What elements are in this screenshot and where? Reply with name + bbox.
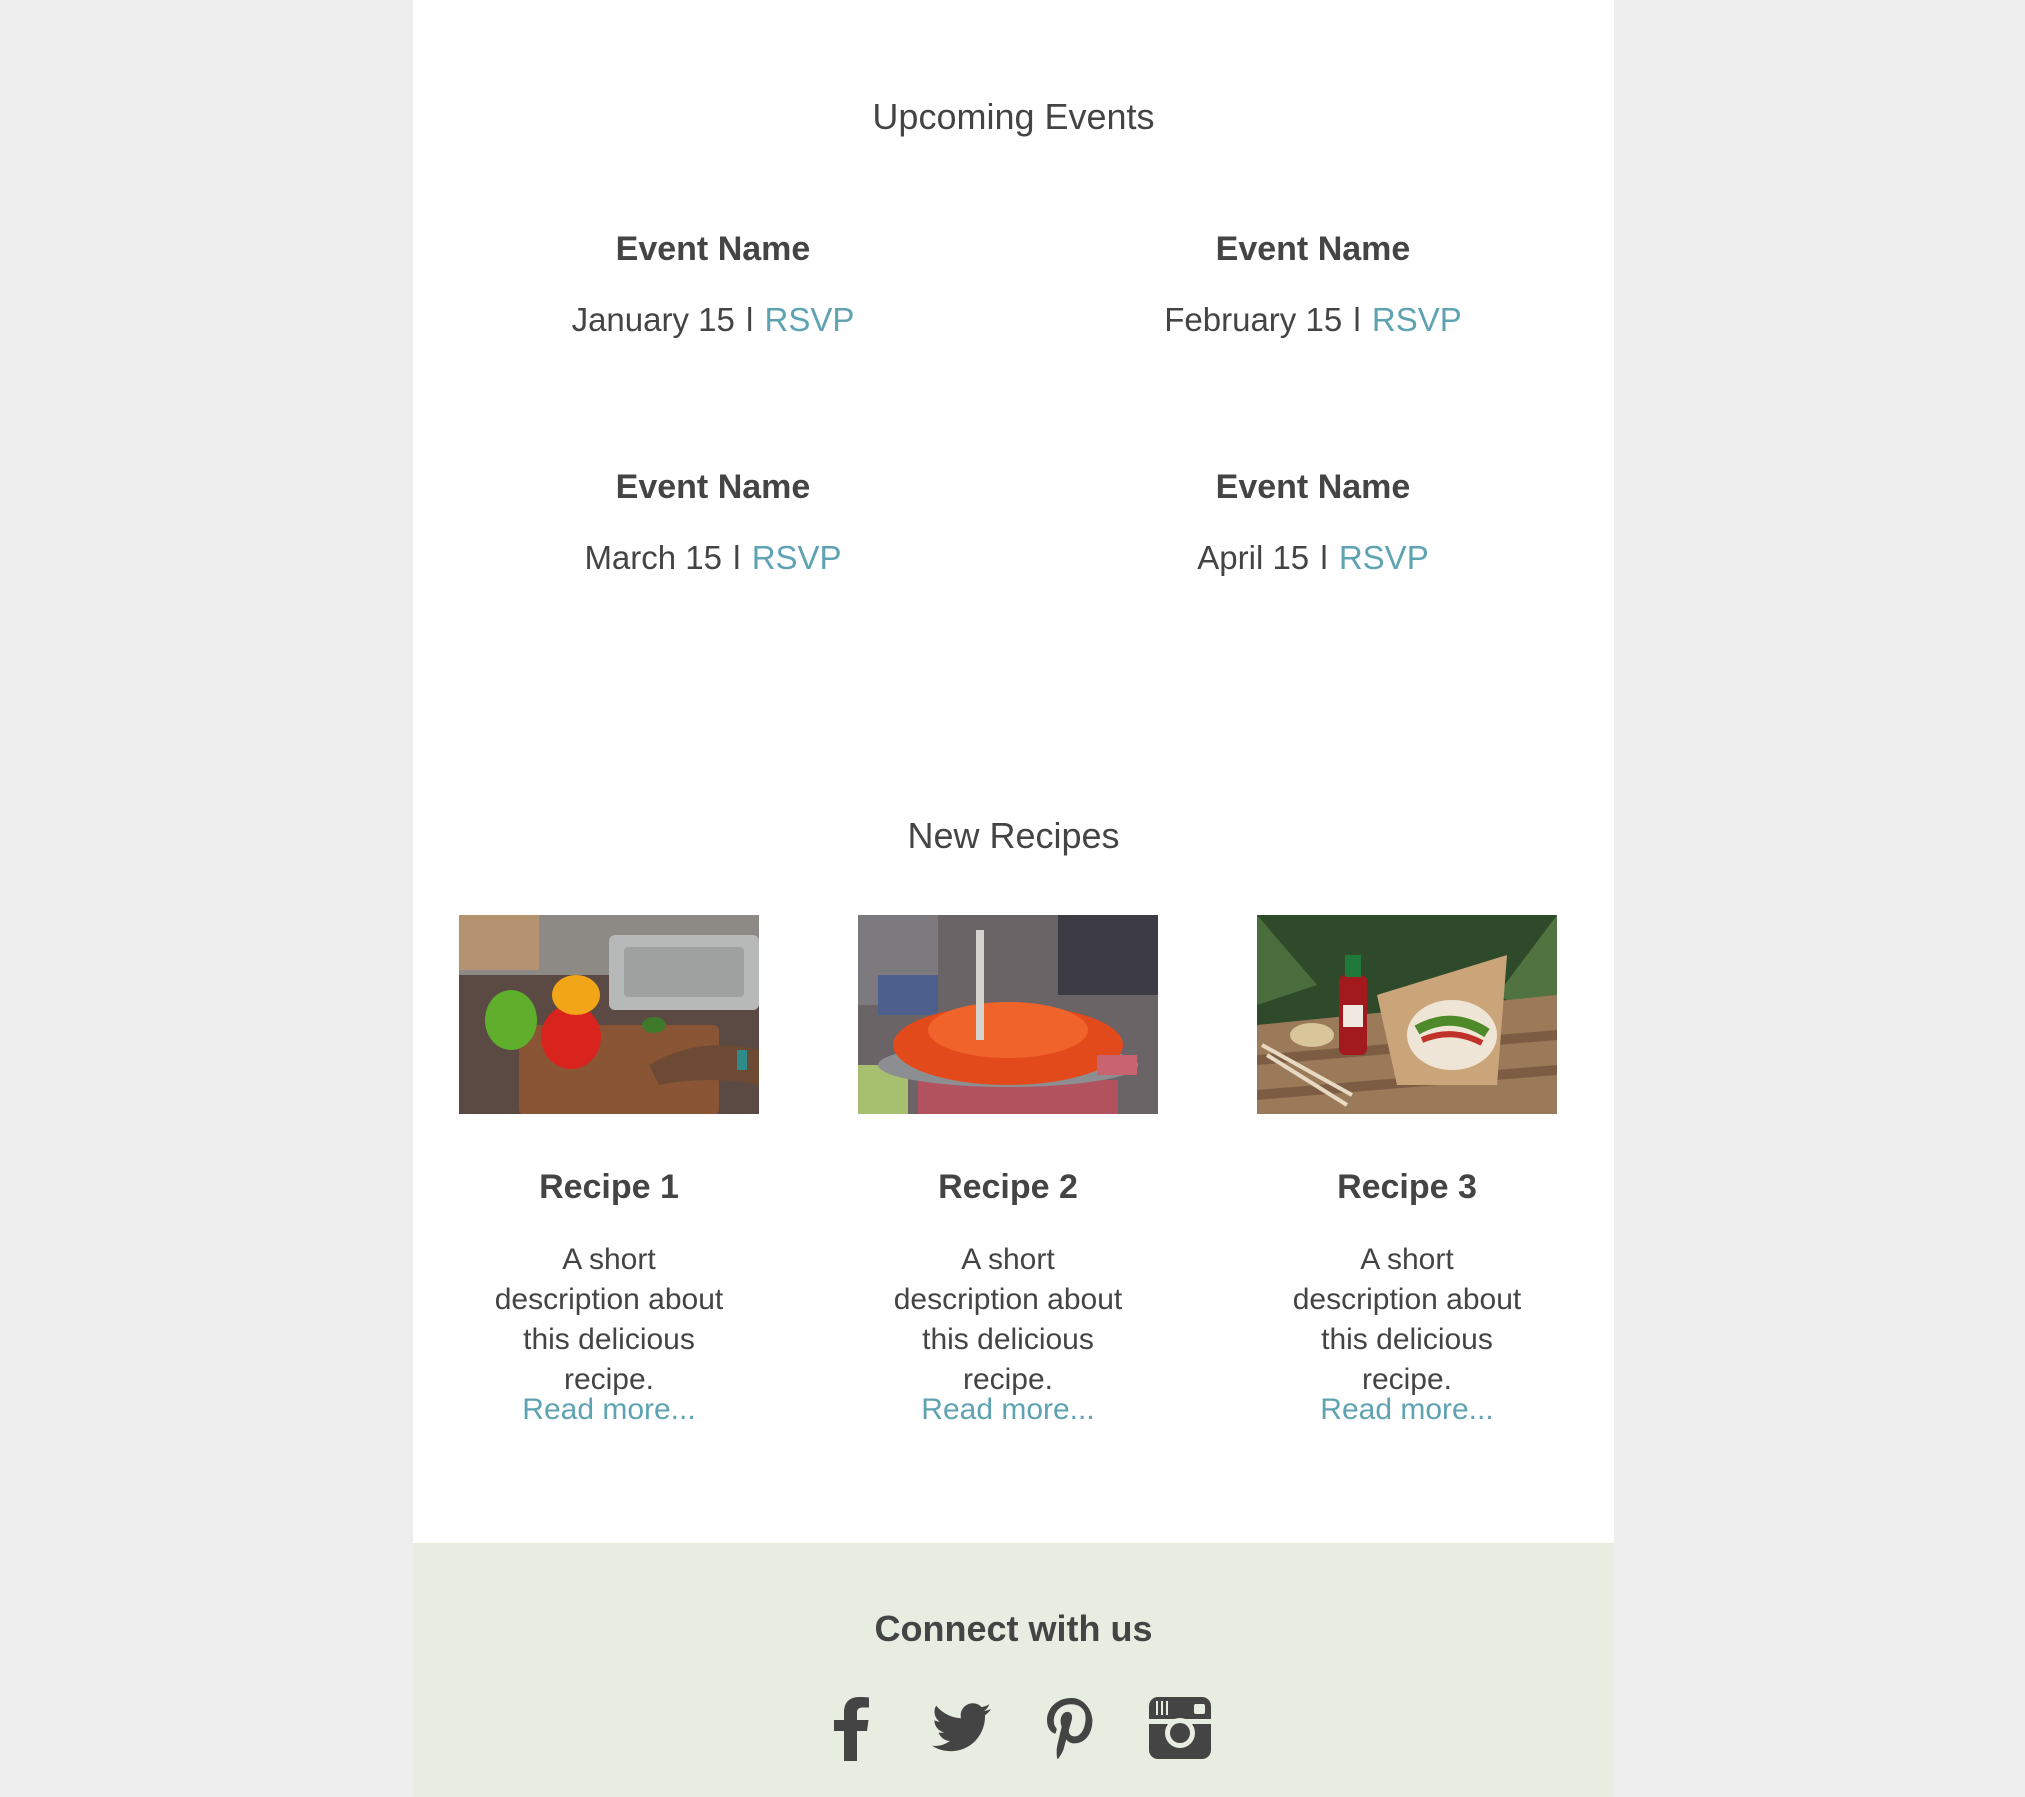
event-date-line: February 15 l RSVP — [1013, 301, 1613, 339]
connect-title: Connect with us — [874, 1608, 1153, 1649]
event-card: Event Name February 15 l RSVP — [1013, 230, 1613, 338]
event-separator: l — [733, 539, 741, 576]
event-date: April 15 — [1197, 539, 1310, 576]
recipe-card: Recipe 3 A short description about this … — [1257, 915, 1557, 1426]
read-more-link[interactable]: Read more... — [1257, 1393, 1557, 1427]
event-date-line: April 15 l RSVP — [1013, 539, 1613, 577]
instagram-icon[interactable] — [1147, 1695, 1213, 1761]
recipes-title: New Recipes — [907, 815, 1120, 856]
recipe-card: Recipe 1 A short description about this … — [459, 915, 759, 1426]
read-more-link[interactable]: Read more... — [459, 1393, 759, 1427]
event-name: Event Name — [615, 468, 811, 506]
pinterest-icon[interactable] — [1038, 1695, 1104, 1761]
recipe-1-image[interactable] — [459, 915, 759, 1114]
twitter-icon[interactable] — [928, 1695, 994, 1761]
event-date-line: January 15 l RSVP — [413, 301, 1013, 339]
event-name: Event Name — [1215, 468, 1411, 506]
recipe-description: A short description about this delicious… — [893, 1243, 1123, 1396]
email-body: Upcoming Events Event Name January 15 l … — [413, 0, 1614, 1797]
event-date-line: March 15 l RSVP — [413, 539, 1013, 577]
facebook-icon[interactable] — [820, 1695, 886, 1761]
event-separator: l — [1320, 539, 1328, 576]
rsvp-link[interactable]: RSVP — [1339, 539, 1429, 576]
event-date: January 15 — [571, 301, 735, 338]
event-separator: l — [1353, 301, 1361, 338]
event-card: Event Name April 15 l RSVP — [1013, 468, 1613, 576]
event-name: Event Name — [1215, 230, 1411, 268]
read-more-link[interactable]: Read more... — [858, 1393, 1158, 1427]
rsvp-link[interactable]: RSVP — [752, 539, 842, 576]
footer: Connect with us — [413, 1543, 1614, 1797]
recipe-3-image[interactable] — [1257, 915, 1557, 1114]
recipe-description: A short description about this delicious… — [1292, 1243, 1522, 1396]
recipe-card: Recipe 2 A short description about this … — [858, 915, 1158, 1426]
event-card: Event Name January 15 l RSVP — [413, 230, 1013, 338]
recipe-description: A short description about this delicious… — [494, 1243, 724, 1396]
events-title: Upcoming Events — [872, 96, 1155, 137]
event-date: March 15 — [584, 539, 722, 576]
event-separator: l — [746, 301, 754, 338]
rsvp-link[interactable]: RSVP — [1372, 301, 1462, 338]
recipe-name: Recipe 3 — [1337, 1168, 1477, 1206]
recipe-name: Recipe 2 — [938, 1168, 1078, 1206]
recipe-2-image[interactable] — [858, 915, 1158, 1114]
event-date: February 15 — [1164, 301, 1343, 338]
event-name: Event Name — [615, 230, 811, 268]
event-card: Event Name March 15 l RSVP — [413, 468, 1013, 576]
recipe-name: Recipe 1 — [539, 1168, 679, 1206]
rsvp-link[interactable]: RSVP — [765, 301, 855, 338]
